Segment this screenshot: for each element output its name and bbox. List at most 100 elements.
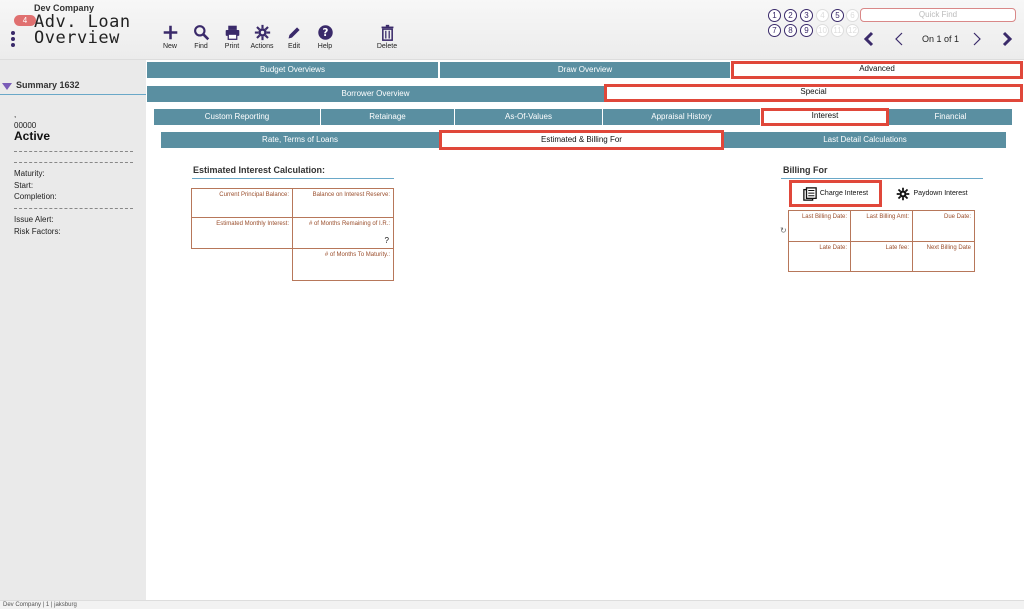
gear-icon	[254, 24, 270, 41]
number-button-7[interactable]: 7	[768, 24, 781, 37]
next-record-button[interactable]	[969, 30, 985, 48]
tab-financial[interactable]: Financial	[889, 109, 1013, 125]
actions-button[interactable]: Actions	[247, 24, 277, 50]
months-remaining-ir-field[interactable]: # of Months Remaining of I.R.: ?	[292, 217, 394, 249]
last-billing-date-label: Last Billing Date:	[801, 214, 847, 220]
tab-special[interactable]: Special	[604, 84, 1023, 102]
billing-for-title: Billing For	[783, 165, 828, 175]
new-button-label: New	[162, 43, 177, 50]
find-button[interactable]: Find	[186, 24, 216, 50]
late-fee-field[interactable]: Late fee:	[850, 241, 913, 272]
printer-icon	[225, 25, 239, 40]
tab-draw-overview[interactable]: Draw Overview	[440, 62, 731, 78]
number-button-1[interactable]: 1	[768, 9, 781, 22]
due-date-label: Due Date:	[943, 214, 971, 220]
months-remaining-ir-value: ?	[384, 236, 389, 245]
search-icon	[193, 25, 209, 41]
tab-borrower-overview[interactable]: Borrower Overview	[147, 86, 605, 102]
app-root: Dev Company 4 Adv. Loan Overview New Fin…	[0, 0, 1024, 609]
risk-factors-label: Risk Factors:	[14, 227, 61, 236]
next-billing-date-field[interactable]: Next Billing Date	[912, 241, 975, 272]
number-button-6[interactable]: 6	[846, 9, 859, 22]
tab-appraisal-history[interactable]: Appraisal History	[603, 109, 761, 125]
header-bar: Dev Company 4 Adv. Loan Overview New Fin…	[0, 0, 1024, 60]
edit-button[interactable]: Edit	[279, 24, 309, 50]
previous-record-button[interactable]	[891, 30, 907, 48]
current-principal-balance-label: Current Principal Balance:	[219, 192, 289, 198]
number-button-11[interactable]: 11	[831, 24, 844, 37]
footer-text: Dev Company | 1 | jaksburg	[3, 602, 77, 608]
delete-button[interactable]: Delete	[372, 24, 402, 50]
expand-triangle-icon	[2, 83, 12, 90]
number-button-5[interactable]: 5	[831, 9, 844, 22]
tab-last-detail-calculations[interactable]: Last Detail Calculations	[724, 132, 1007, 148]
number-button-8[interactable]: 8	[784, 24, 797, 37]
refresh-icon[interactable]: ↻	[780, 226, 787, 235]
paydown-interest-button[interactable]: Paydown Interest	[889, 180, 975, 207]
estimated-monthly-interest-field[interactable]: Estimated Monthly Interest:	[191, 217, 293, 249]
late-fee-label: Late fee:	[885, 245, 909, 251]
balance-interest-reserve-field[interactable]: Balance on Interest Reserve:	[292, 188, 394, 218]
gear-icon	[897, 187, 910, 200]
quick-find-input[interactable]: Quick Find	[860, 8, 1016, 22]
tab-estimated-billing-for[interactable]: Estimated & Billing For	[439, 130, 724, 150]
first-record-button[interactable]	[861, 30, 877, 48]
estimated-interest-title: Estimated Interest Calculation:	[193, 165, 326, 175]
due-date-field[interactable]: Due Date:	[912, 210, 975, 242]
new-button[interactable]: New	[155, 24, 185, 50]
number-button-12[interactable]: 12	[846, 24, 859, 37]
completion-label: Completion:	[14, 192, 57, 201]
svg-text:?: ?	[322, 28, 328, 39]
section-underline	[781, 178, 983, 179]
late-date-label: Late Date:	[819, 245, 847, 251]
kebab-menu-icon[interactable]	[11, 31, 17, 47]
notification-badge[interactable]: 4	[14, 15, 36, 26]
help-icon: ?	[317, 25, 333, 40]
last-billing-date-field[interactable]: Last Billing Date:	[788, 210, 851, 242]
actions-button-label: Actions	[250, 43, 274, 50]
tab-budget-overviews[interactable]: Budget Overviews	[147, 62, 439, 78]
last-record-button[interactable]	[999, 30, 1015, 48]
divider	[14, 162, 133, 163]
number-button-10[interactable]: 10	[816, 24, 829, 37]
estimated-monthly-interest-label: Estimated Monthly Interest:	[216, 221, 289, 227]
months-to-maturity-label: # of Months To Maturity.:	[324, 252, 390, 258]
number-button-3[interactable]: 3	[800, 9, 813, 22]
sidebar-comma: ,	[14, 110, 17, 119]
divider	[14, 151, 133, 152]
chevron-right-bold-icon	[1002, 31, 1013, 47]
find-button-label: Find	[194, 43, 208, 50]
last-billing-amt-label: Last Billing Amt:	[866, 214, 909, 220]
tab-custom-reporting[interactable]: Custom Reporting	[154, 109, 321, 125]
number-button-4[interactable]: 4	[816, 9, 829, 22]
page-title-line2: Overview	[34, 28, 120, 48]
tab-retainage[interactable]: Retainage	[321, 109, 455, 125]
balance-interest-reserve-label: Balance on Interest Reserve:	[312, 192, 390, 198]
plus-icon	[163, 25, 177, 40]
late-date-field[interactable]: Late Date:	[788, 241, 851, 272]
help-button-label: Help	[317, 43, 333, 50]
status-footer: Dev Company | 1 | jaksburg	[0, 600, 1024, 609]
trash-icon	[381, 24, 393, 41]
print-button-label: Print	[224, 43, 240, 50]
record-indicator: On 1 of 1	[922, 34, 960, 44]
last-billing-amt-field[interactable]: Last Billing Amt:	[850, 210, 913, 242]
sidebar: Summary 1632 , 00000 Active Maturity: St…	[0, 60, 146, 600]
pencil-icon	[288, 27, 300, 39]
current-principal-balance-field[interactable]: Current Principal Balance:	[191, 188, 293, 218]
print-button[interactable]: Print	[217, 24, 247, 50]
summary-header[interactable]: Summary 1632	[0, 79, 146, 95]
number-button-2[interactable]: 2	[784, 9, 797, 22]
months-to-maturity-field[interactable]: # of Months To Maturity.:	[292, 248, 394, 281]
tab-interest[interactable]: Interest	[761, 108, 889, 126]
number-button-9[interactable]: 9	[800, 24, 813, 37]
tab-rate-terms-of-loans[interactable]: Rate, Terms of Loans	[161, 132, 440, 148]
start-label: Start:	[14, 181, 34, 190]
tab-as-of-values[interactable]: As-Of-Values	[455, 109, 603, 125]
issue-alert-label: Issue Alert:	[14, 215, 54, 224]
maturity-label: Maturity:	[14, 169, 45, 178]
charge-interest-button[interactable]: Charge Interest	[789, 180, 882, 207]
help-button[interactable]: ? Help	[310, 24, 340, 50]
tab-advanced[interactable]: Advanced	[731, 61, 1023, 79]
months-remaining-ir-label: # of Months Remaining of I.R.:	[308, 221, 390, 227]
